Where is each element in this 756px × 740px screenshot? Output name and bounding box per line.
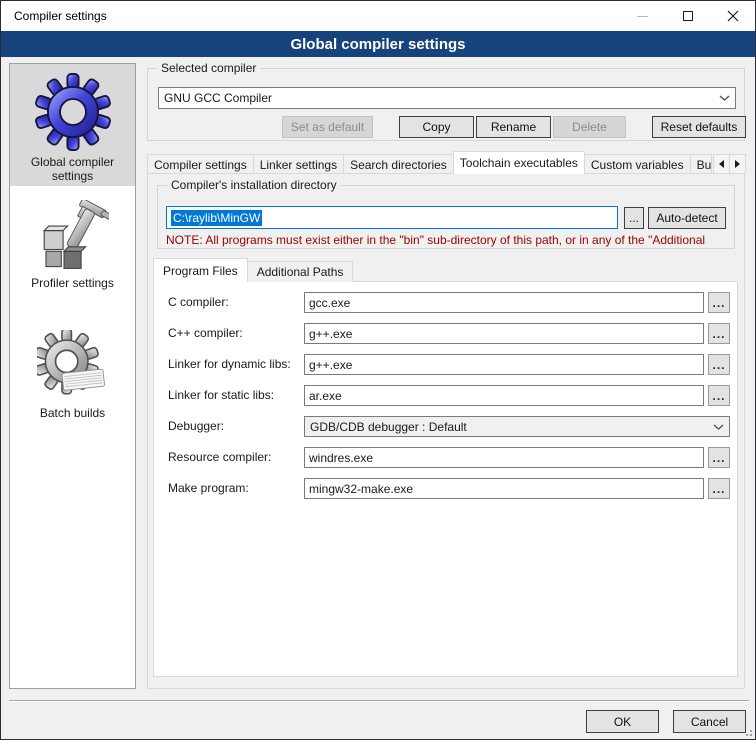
titlebar: Compiler settings <box>1 1 755 31</box>
sidebar-item-global-compiler-settings[interactable]: Global compiler settings <box>10 64 135 186</box>
window-title: Compiler settings <box>1 9 620 23</box>
debugger-label: Debugger: <box>168 419 224 433</box>
form-row-resource-compiler: Resource compiler: ... <box>154 447 737 469</box>
cpp-compiler-label: C++ compiler: <box>168 326 243 340</box>
close-button[interactable] <box>710 2 755 31</box>
tab-compiler-settings[interactable]: Compiler settings <box>147 154 254 174</box>
auto-detect-button[interactable]: Auto-detect <box>648 207 726 229</box>
installation-directory-input[interactable]: C:\raylib\MinGW <box>166 206 618 229</box>
copy-button[interactable]: Copy <box>399 116 474 138</box>
caliper-blocks-icon <box>37 200 109 272</box>
subtab-program-files[interactable]: Program Files <box>153 258 248 282</box>
installation-directory-note: NOTE: All programs must exist either in … <box>166 233 732 247</box>
installation-directory-group: Compiler's installation directory C:\ray… <box>157 185 735 249</box>
selected-compiler-group: Selected compiler GNU GCC Compiler Set a… <box>147 68 745 141</box>
form-row-cpp-compiler: C++ compiler: ... <box>154 323 737 345</box>
cpp-compiler-browse-button[interactable]: ... <box>708 323 730 344</box>
linker-static-input[interactable] <box>304 385 704 406</box>
form-row-make-program: Make program: ... <box>154 478 737 500</box>
resource-compiler-browse-button[interactable]: ... <box>708 447 730 468</box>
set-as-default-button[interactable]: Set as default <box>282 116 373 138</box>
sidebar-item-label: Batch builds <box>18 406 128 420</box>
chevron-down-icon <box>719 95 730 101</box>
close-icon <box>727 10 739 22</box>
sidebar-item-profiler-settings[interactable]: Profiler settings <box>10 186 135 316</box>
installation-directory-value: C:\raylib\MinGW <box>171 210 262 226</box>
maximize-button[interactable] <box>665 2 710 31</box>
tab-scroll-right-button[interactable] <box>729 154 746 174</box>
sidebar-item-label: Global compiler settings <box>18 155 128 183</box>
tab-scroll-left-button[interactable] <box>713 154 730 174</box>
tab-linker-settings[interactable]: Linker settings <box>253 154 344 174</box>
compiler-settings-dialog: Compiler settings Global compiler settin… <box>0 0 756 740</box>
sidebar-item-label: Profiler settings <box>18 276 128 290</box>
linker-static-label: Linker for static libs: <box>168 388 274 402</box>
resource-compiler-label: Resource compiler: <box>168 450 271 464</box>
linker-dynamic-input[interactable] <box>304 354 704 375</box>
debugger-select[interactable]: GDB/CDB debugger : Default <box>304 416 730 437</box>
delete-button[interactable]: Delete <box>553 116 626 138</box>
form-row-linker-static: Linker for static libs: ... <box>154 385 737 407</box>
c-compiler-label: C compiler: <box>168 295 229 309</box>
gray-gear-stack-icon <box>37 330 109 402</box>
form-row-debugger: Debugger: GDB/CDB debugger : Default <box>154 416 737 438</box>
linker-static-browse-button[interactable]: ... <box>708 385 730 406</box>
rename-button[interactable]: Rename <box>476 116 551 138</box>
chevron-down-icon <box>713 424 724 430</box>
sidebar-item-batch-builds[interactable]: Batch builds <box>10 316 135 446</box>
triangle-left-icon <box>719 160 724 168</box>
make-program-browse-button[interactable]: ... <box>708 478 730 499</box>
linker-dynamic-label: Linker for dynamic libs: <box>168 357 291 371</box>
c-compiler-browse-button[interactable]: ... <box>708 292 730 313</box>
linker-dynamic-browse-button[interactable]: ... <box>708 354 730 375</box>
cpp-compiler-input[interactable] <box>304 323 704 344</box>
resize-grip[interactable] <box>742 726 752 736</box>
c-compiler-input[interactable] <box>304 292 704 313</box>
ok-button[interactable]: OK <box>586 710 659 733</box>
blue-gear-icon <box>34 73 112 151</box>
make-program-label: Make program: <box>168 481 249 495</box>
toolchain-subtabstrip: Program Files Additional Paths <box>153 258 352 282</box>
footer-separator <box>9 700 749 702</box>
installation-directory-browse-button[interactable]: ... <box>624 207 644 229</box>
compiler-select-value: GNU GCC Compiler <box>164 91 715 105</box>
triangle-right-icon <box>735 160 740 168</box>
resource-compiler-input[interactable] <box>304 447 704 468</box>
tab-build-options-clipped[interactable]: Builc <box>690 154 712 174</box>
selected-compiler-label: Selected compiler <box>157 61 260 75</box>
installation-directory-label: Compiler's installation directory <box>167 178 341 192</box>
tab-scroll-arrows <box>713 154 745 174</box>
reset-defaults-button[interactable]: Reset defaults <box>652 116 746 138</box>
program-files-panel: C compiler: ... C++ compiler: ... Linker… <box>153 281 738 677</box>
maximize-icon <box>683 11 693 21</box>
compiler-select[interactable]: GNU GCC Compiler <box>158 87 736 109</box>
settings-tabstrip: Compiler settings Linker settings Search… <box>147 151 745 174</box>
tab-search-directories[interactable]: Search directories <box>343 154 454 174</box>
form-row-c-compiler: C compiler: ... <box>154 292 737 314</box>
form-row-linker-dynamic: Linker for dynamic libs: ... <box>154 354 737 376</box>
tab-custom-variables[interactable]: Custom variables <box>584 154 691 174</box>
minimize-icon <box>637 16 648 17</box>
subtab-additional-paths[interactable]: Additional Paths <box>247 261 354 282</box>
minimize-button[interactable] <box>620 2 665 31</box>
cancel-button[interactable]: Cancel <box>673 710 746 733</box>
banner-title: Global compiler settings <box>1 31 755 57</box>
settings-category-list: Global compiler settings <box>9 63 136 689</box>
make-program-input[interactable] <box>304 478 704 499</box>
debugger-select-value: GDB/CDB debugger : Default <box>310 420 709 434</box>
tab-toolchain-executables[interactable]: Toolchain executables <box>453 151 585 174</box>
